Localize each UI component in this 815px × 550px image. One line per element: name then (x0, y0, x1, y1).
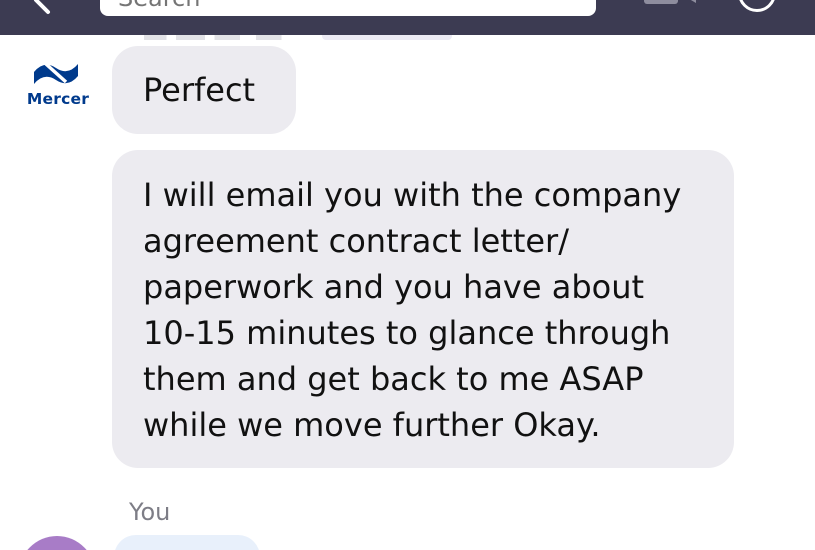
sender-name-clipped (144, 35, 304, 40)
header-bar (0, 0, 815, 35)
chevron-left-icon[interactable] (28, 0, 58, 16)
sender-tag-clipped (322, 35, 452, 40)
outgoing-message-bubble[interactable] (114, 535, 260, 550)
sender-avatar[interactable]: Mercer (22, 58, 94, 114)
my-avatar[interactable] (18, 536, 96, 550)
search-box[interactable] (100, 0, 596, 16)
video-camera-icon[interactable] (644, 0, 700, 6)
search-input[interactable] (118, 0, 578, 16)
chat-screen: Mercer Perfect I will email you with the… (0, 0, 815, 550)
mercer-logo-text: Mercer (26, 90, 90, 108)
message-bubble[interactable]: I will email you with the company agreem… (112, 150, 734, 468)
profile-circle-icon[interactable] (738, 0, 776, 12)
mercer-logo-icon (34, 62, 78, 84)
message-bubble[interactable]: Perfect (112, 46, 296, 134)
sender-label: You (129, 498, 171, 526)
